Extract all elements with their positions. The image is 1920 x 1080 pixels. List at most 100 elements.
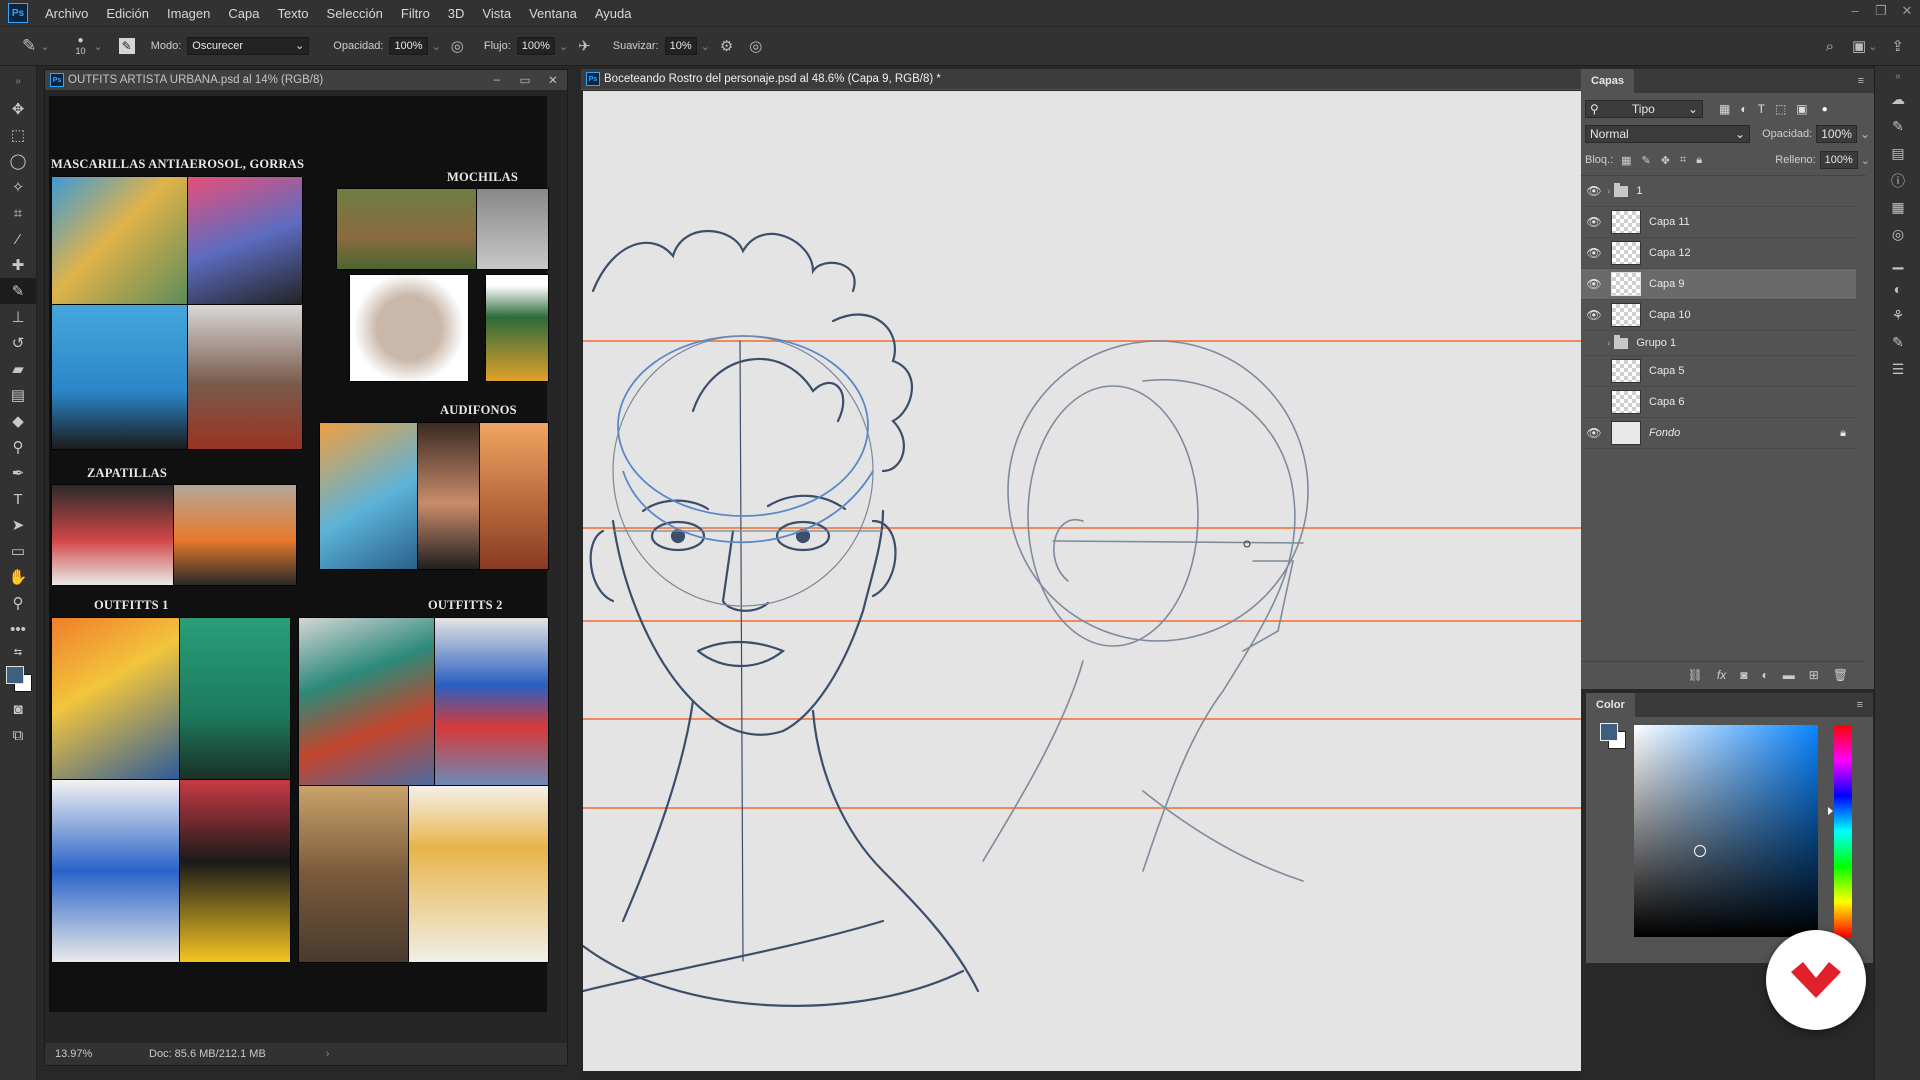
- fx-icon[interactable]: fx: [1717, 668, 1726, 682]
- type-tool-icon[interactable]: T: [0, 486, 36, 512]
- layer-opacity-input[interactable]: 100%: [1816, 125, 1857, 143]
- eyedropper-icon[interactable]: ⁄: [0, 226, 36, 252]
- screen-mode-icon[interactable]: ⧉: [0, 722, 36, 748]
- adjustments-icon[interactable]: ◐: [1875, 275, 1920, 302]
- channels-icon[interactable]: ▤: [1875, 140, 1920, 167]
- lock-icon[interactable]: 🔒︎: [1840, 427, 1846, 440]
- lock-all-icon[interactable]: 🔒︎: [1696, 154, 1702, 167]
- color-panel-swatches[interactable]: [1600, 723, 1626, 749]
- menu-texto[interactable]: Texto: [268, 6, 317, 21]
- zoom-level[interactable]: 13.97%: [55, 1048, 125, 1060]
- eye-icon[interactable]: 👁︎: [1581, 246, 1607, 260]
- paths-icon[interactable]: ✎: [1875, 113, 1920, 140]
- layer-row-capa6[interactable]: Capa 6: [1581, 387, 1856, 418]
- hue-slider-handle[interactable]: [1828, 807, 1833, 815]
- brushes-icon[interactable]: ◎: [1875, 221, 1920, 248]
- smooth-input[interactable]: 10%: [664, 37, 697, 55]
- pressure-size-icon[interactable]: ◎: [749, 37, 762, 55]
- chevron-down-icon[interactable]: ⌄: [40, 40, 49, 53]
- menu-archivo[interactable]: Archivo: [36, 6, 97, 21]
- share-icon[interactable]: ⇪: [1891, 37, 1904, 55]
- color-swatches[interactable]: [0, 662, 36, 696]
- chevron-down-icon[interactable]: ⌄: [93, 40, 102, 53]
- sketch-canvas[interactable]: [583, 91, 1581, 1071]
- eraser-icon[interactable]: ▰: [0, 356, 36, 382]
- libraries-icon[interactable]: ☁: [1875, 86, 1920, 113]
- eye-icon[interactable]: 👁︎: [1581, 215, 1607, 229]
- filter-shape-icon[interactable]: ⬚: [1775, 102, 1786, 116]
- clone-source-icon[interactable]: ⚘: [1875, 302, 1920, 329]
- filter-toggle-icon[interactable]: ●: [1822, 104, 1828, 115]
- chevron-right-icon[interactable]: ›: [1607, 186, 1610, 197]
- layer-row-capa5[interactable]: Capa 5: [1581, 356, 1856, 387]
- layer-row-capa12[interactable]: 👁︎ Capa 12: [1581, 238, 1856, 269]
- properties-icon[interactable]: ☰: [1875, 356, 1920, 383]
- tab-layers[interactable]: Capas: [1581, 69, 1635, 93]
- menu-capa[interactable]: Capa: [219, 6, 268, 21]
- pressure-opacity-icon[interactable]: ◎: [451, 37, 464, 55]
- filter-smart-icon[interactable]: ▣: [1796, 102, 1807, 116]
- hand-tool-icon[interactable]: ✋: [0, 564, 36, 590]
- chevron-down-icon[interactable]: ⌄: [559, 40, 568, 53]
- layer-row-capa9[interactable]: 👁︎ Capa 9: [1581, 269, 1856, 300]
- quick-mask-icon[interactable]: ◙: [0, 696, 36, 722]
- add-mask-icon[interactable]: ◙: [1740, 668, 1747, 682]
- menu-filtro[interactable]: Filtro: [392, 6, 439, 21]
- clone-stamp-icon[interactable]: ⊥: [0, 304, 36, 330]
- link-layers-icon[interactable]: ⛓: [1688, 668, 1703, 682]
- panel-menu-icon[interactable]: ≡: [1848, 69, 1874, 93]
- minimize-icon[interactable]: –: [483, 74, 511, 86]
- layer-row-capa10[interactable]: 👁︎ Capa 10: [1581, 300, 1856, 331]
- tab-color[interactable]: Color: [1586, 693, 1635, 717]
- panel-menu-icon[interactable]: ≡: [1847, 693, 1873, 717]
- brush-tool-icon[interactable]: ✎: [22, 36, 36, 56]
- hue-slider[interactable]: [1828, 725, 1852, 937]
- crop-tool-icon[interactable]: ⌗: [0, 200, 36, 226]
- doc-tab-sketch[interactable]: Ps Boceteando Rostro del personaje.psd a…: [581, 69, 1581, 90]
- workspace-icon[interactable]: ▣: [1852, 37, 1866, 55]
- menu-seleccion[interactable]: Selección: [318, 6, 392, 21]
- pen-tool-icon[interactable]: ✒: [0, 460, 36, 486]
- blur-tool-icon[interactable]: ◆: [0, 408, 36, 434]
- chevron-down-icon[interactable]: ⌄: [1868, 40, 1877, 53]
- menu-ayuda[interactable]: Ayuda: [586, 6, 641, 21]
- airbrush-icon[interactable]: ✈: [578, 37, 591, 55]
- flow-input[interactable]: 100%: [516, 37, 555, 55]
- trash-icon[interactable]: 🗑︎: [1833, 668, 1848, 682]
- close-icon[interactable]: ✕: [539, 73, 567, 87]
- menu-vista[interactable]: Vista: [473, 6, 520, 21]
- eye-icon[interactable]: 👁︎: [1581, 184, 1607, 198]
- lock-transparent-icon[interactable]: ▦: [1621, 154, 1631, 167]
- menu-imagen[interactable]: Imagen: [158, 6, 219, 21]
- more-tools-icon[interactable]: •••: [0, 616, 36, 642]
- lock-artboard-icon[interactable]: ⌗: [1680, 154, 1686, 167]
- info-icon[interactable]: ⓘ: [1875, 167, 1920, 194]
- brush-panel-icon[interactable]: ✎: [118, 38, 135, 54]
- layer-row-capa11[interactable]: 👁︎ Capa 11: [1581, 207, 1856, 238]
- move-tool-icon[interactable]: ✥: [0, 96, 36, 122]
- filter-kind-select[interactable]: ⚲ Tipo ⌄: [1585, 100, 1703, 118]
- foreground-color-swatch[interactable]: [1600, 723, 1618, 741]
- brush-tool-icon[interactable]: ✎: [0, 278, 36, 304]
- color-picker-handle[interactable]: [1694, 845, 1706, 857]
- lock-paint-icon[interactable]: ✎: [1642, 154, 1651, 167]
- fill-input[interactable]: 100%: [1819, 151, 1858, 169]
- blend-mode-select[interactable]: Normal ⌄: [1585, 125, 1751, 143]
- new-group-icon[interactable]: ▬: [1783, 668, 1795, 682]
- color-field[interactable]: [1634, 725, 1818, 937]
- swatches-icon[interactable]: ▦: [1875, 194, 1920, 221]
- menu-edicion[interactable]: Edición: [97, 6, 158, 21]
- minimize-icon[interactable]: –: [1842, 0, 1868, 26]
- layer-row-group-1[interactable]: 👁︎ › 1: [1581, 176, 1856, 207]
- zoom-tool-icon[interactable]: ⚲: [0, 590, 36, 616]
- restore-icon[interactable]: ❐: [1868, 0, 1894, 26]
- swap-colors-icon[interactable]: ⇆: [0, 642, 36, 662]
- menu-ventana[interactable]: Ventana: [520, 6, 586, 21]
- marquee-tool-icon[interactable]: ⬚: [0, 122, 36, 148]
- brush-size-picker[interactable]: ● 10: [75, 36, 85, 57]
- mode-select[interactable]: Oscurecer ⌄: [187, 37, 310, 55]
- chevron-down-icon[interactable]: ⌄: [1860, 127, 1870, 141]
- chevron-down-icon[interactable]: ⌄: [1861, 154, 1870, 167]
- chevron-down-icon[interactable]: ⌄: [701, 40, 710, 53]
- dodge-tool-icon[interactable]: ⚲: [0, 434, 36, 460]
